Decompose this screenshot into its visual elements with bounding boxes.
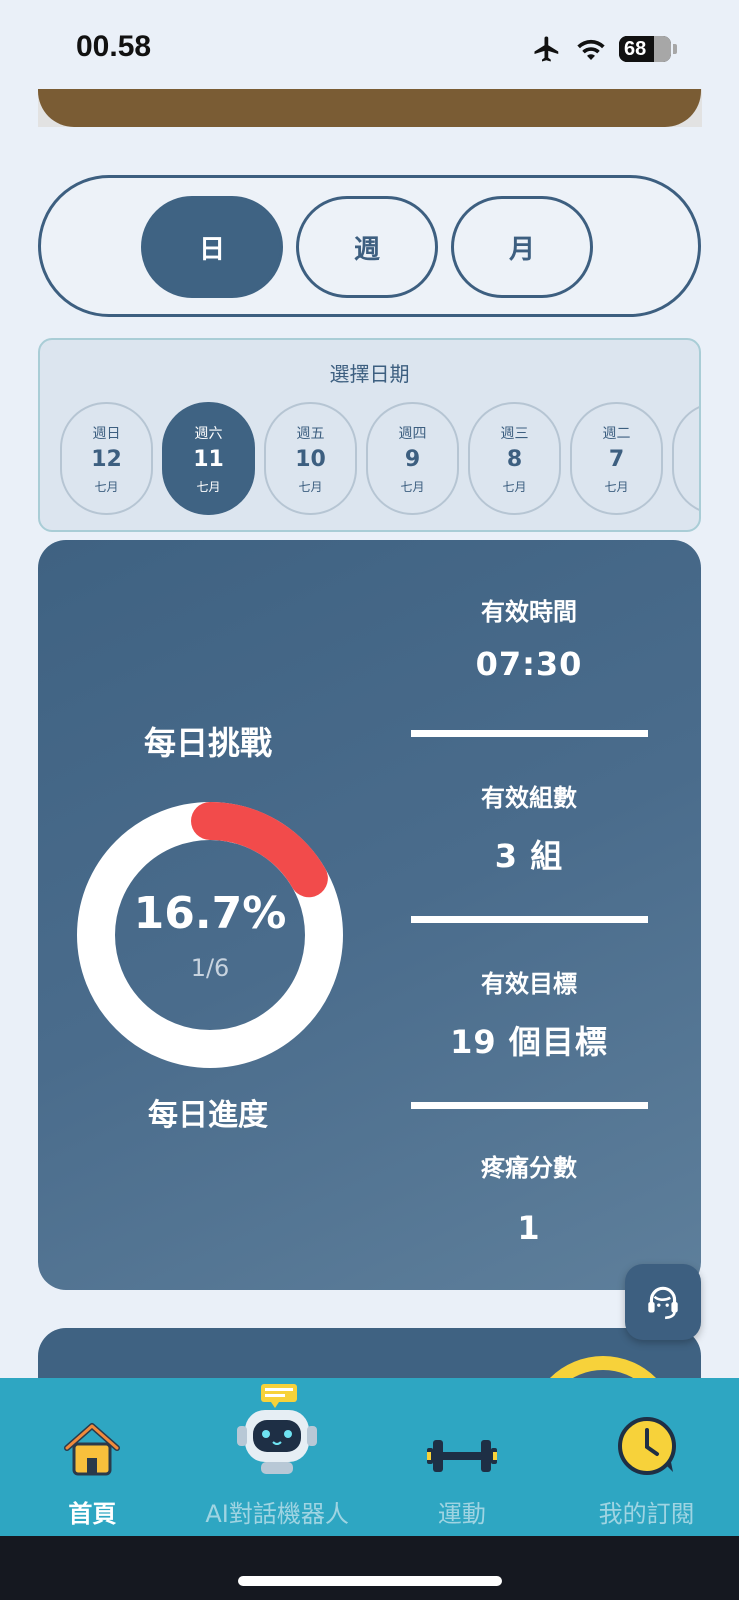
date-number: 12 <box>91 446 122 472</box>
tab-my-subscription[interactable]: 我的訂閱 <box>554 1378 739 1536</box>
status-time: 00.58 <box>76 30 152 63</box>
tab-label: 首頁 <box>68 1500 117 1528</box>
stat-label: 有效組數 <box>481 784 577 812</box>
progress-fraction: 1/6 <box>190 954 230 982</box>
stat-effective-sets: 有效組數 3 組 <box>411 778 647 877</box>
date-month: 七月 <box>502 479 527 494</box>
clock-icon <box>617 1417 676 1475</box>
stat-effective-targets: 有效目標 19 個目標 <box>411 964 647 1063</box>
date-month: 七月 <box>604 479 629 494</box>
progress-label: 每日進度 <box>148 1098 268 1133</box>
date-picker-title: 選擇日期 <box>329 362 410 386</box>
tab-label: AI對話機器人 <box>205 1500 349 1528</box>
date-item[interactable]: 週五 10 七月 <box>264 402 357 515</box>
home-icon <box>64 1423 121 1476</box>
support-button[interactable] <box>625 1264 701 1340</box>
date-item-partial[interactable] <box>672 402 699 515</box>
date-weekday: 週四 <box>398 425 427 442</box>
stat-divider <box>411 916 648 923</box>
period-month-button[interactable]: 月 <box>451 196 593 298</box>
stat-value: 3 組 <box>494 837 564 875</box>
stat-pain-score: 疼痛分數 1 <box>411 1148 647 1247</box>
date-number: 11 <box>193 446 224 472</box>
period-week-button[interactable]: 週 <box>296 196 438 298</box>
date-strip[interactable]: 週日 12 七月 週六 11 七月 週五 10 七月 週四 9 七月 週三 8 … <box>60 402 699 515</box>
challenge-title: 每日挑戰 <box>143 724 272 762</box>
wifi-icon <box>577 39 605 61</box>
tab-label: 我的訂閱 <box>598 1500 695 1528</box>
date-month: 七月 <box>196 479 221 494</box>
period-day-button[interactable]: 日 <box>141 196 283 298</box>
battery-icon: 68 <box>619 36 671 62</box>
date-number: 7 <box>608 446 625 472</box>
headset-icon <box>648 1286 678 1320</box>
date-weekday: 週五 <box>296 425 325 442</box>
stat-label: 疼痛分數 <box>481 1154 577 1182</box>
date-item[interactable]: 週四 9 七月 <box>366 402 459 515</box>
tab-ai-chatbot[interactable]: AI對話機器人 <box>185 1378 370 1536</box>
date-month: 七月 <box>298 479 323 494</box>
airplane-icon <box>534 36 559 62</box>
date-number: 9 <box>404 446 421 472</box>
date-month: 七月 <box>94 479 119 494</box>
period-selector: 日 週 月 <box>38 175 701 317</box>
tab-home[interactable]: 首頁 <box>0 1378 185 1536</box>
progress-percent: 16.7% <box>133 888 287 939</box>
tab-exercise[interactable]: 運動 <box>370 1378 555 1536</box>
daily-challenge-card: 每日挑戰 16.7% 1/6 每日進度 有效時間 07:30 有效組數 3 組 … <box>38 540 701 1290</box>
stat-effective-time: 有效時間 07:30 <box>411 592 647 683</box>
home-indicator[interactable] <box>238 1576 502 1586</box>
date-weekday: 週二 <box>602 425 631 442</box>
date-picker: 選擇日期 週日 12 七月 週六 11 七月 週五 10 七月 週四 9 七月 … <box>38 338 701 532</box>
battery-nub <box>673 44 677 54</box>
date-weekday: 週六 <box>194 425 223 442</box>
bottom-tab-bar: 首頁 AI對話機器人 運動 我的訂閱 <box>0 1378 739 1536</box>
stat-label: 有效目標 <box>481 970 577 998</box>
stat-label: 有效時間 <box>481 598 577 626</box>
home-indicator-area <box>0 1536 739 1600</box>
date-item[interactable]: 週三 8 七月 <box>468 402 561 515</box>
date-number: 10 <box>295 446 326 472</box>
stat-divider <box>411 1102 648 1109</box>
date-weekday: 週日 <box>92 425 121 442</box>
tab-label: 運動 <box>437 1500 486 1528</box>
robot-icon <box>237 1384 318 1474</box>
top-banner <box>38 89 702 127</box>
date-month: 七月 <box>400 479 425 494</box>
date-weekday: 週三 <box>500 425 529 442</box>
stat-value: 07:30 <box>475 645 583 683</box>
banner-image <box>38 89 701 127</box>
stat-divider <box>411 730 648 737</box>
status-icons: 68 <box>531 34 677 64</box>
stat-value: 19 個目標 <box>450 1023 608 1061</box>
date-item-selected[interactable]: 週六 11 七月 <box>162 402 255 515</box>
date-item[interactable]: 週日 12 七月 <box>60 402 153 515</box>
date-item[interactable]: 週二 7 七月 <box>570 402 663 515</box>
stat-value: 1 <box>517 1209 541 1247</box>
date-number: 8 <box>506 446 523 472</box>
dumbbell-icon <box>426 1440 497 1472</box>
battery-level: 68 <box>624 37 647 60</box>
status-bar: 00.58 68 <box>0 0 739 90</box>
